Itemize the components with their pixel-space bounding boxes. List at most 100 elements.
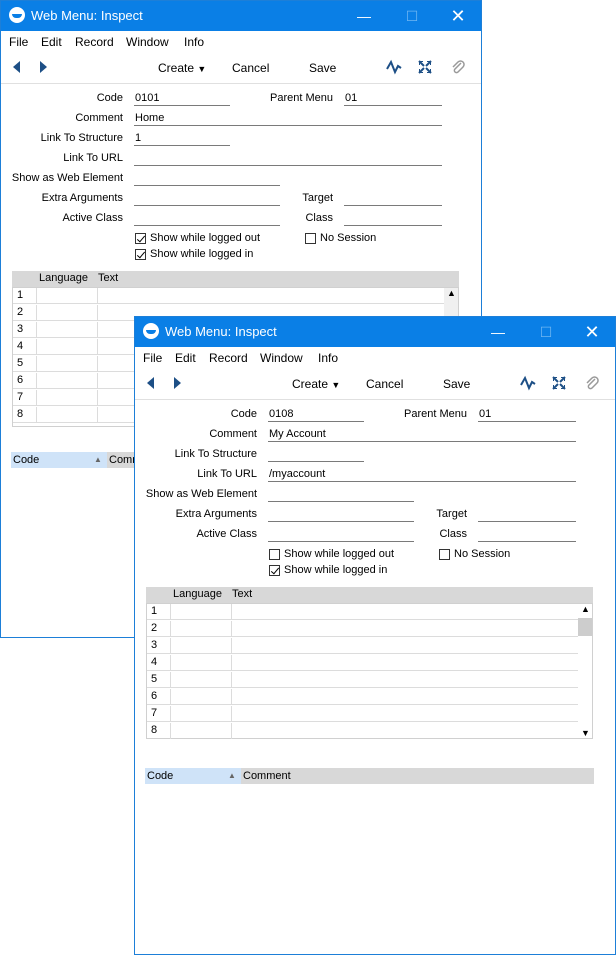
menu-edit[interactable]: Edit (175, 351, 196, 365)
scroll-thumb[interactable] (578, 618, 592, 636)
menu-record[interactable]: Record (209, 351, 248, 365)
link-to-structure-field[interactable]: 1 (134, 131, 230, 146)
no-session-label: No Session (454, 548, 511, 560)
no-session-checkbox[interactable] (305, 233, 316, 244)
grid-row[interactable]: 4 (147, 655, 579, 671)
active-class-field[interactable] (134, 211, 280, 226)
expand-icon[interactable] (551, 375, 567, 391)
title-bar[interactable]: Web Menu: Inspect — ☐ ✕ (1, 1, 481, 31)
link-to-url-field[interactable] (134, 151, 442, 166)
title-bar[interactable]: Web Menu: Inspect — ☐ ✕ (135, 317, 615, 347)
link-to-url-label: Link To URL (63, 152, 123, 164)
chevron-down-icon: ▼ (197, 64, 207, 74)
menu-file[interactable]: File (9, 35, 28, 49)
scroll-up-icon[interactable]: ▲ (447, 288, 456, 298)
toolbar: Create ▼ Cancel Save (135, 369, 615, 400)
show-as-web-element-field[interactable] (268, 487, 414, 502)
row-number: 8 (17, 408, 24, 420)
close-icon[interactable]: ✕ (445, 4, 471, 28)
code-field[interactable]: 0101 (134, 91, 230, 106)
paperclip-icon[interactable] (584, 375, 600, 391)
grid-col-text[interactable]: Text (98, 272, 118, 284)
scroll-down-icon[interactable]: ▼ (581, 728, 590, 738)
menu-edit[interactable]: Edit (41, 35, 62, 49)
save-button[interactable]: Save (309, 61, 336, 75)
grid-row[interactable]: 7 (147, 706, 579, 722)
cancel-button[interactable]: Cancel (232, 61, 269, 75)
row-number: 1 (17, 289, 24, 301)
menu-info[interactable]: Info (318, 351, 338, 365)
grid-scrollbar[interactable]: ▲ ▼ (578, 604, 592, 738)
grid-row[interactable]: 1 (147, 604, 579, 620)
maximize-icon[interactable]: ☐ (533, 320, 559, 344)
target-field[interactable] (344, 191, 442, 206)
show-logged-out-label: Show while logged out (284, 548, 395, 560)
show-logged-in-checkbox[interactable] (135, 249, 146, 260)
grid-row[interactable]: 6 (147, 689, 579, 705)
row-number: 5 (17, 357, 24, 369)
create-button[interactable]: Create ▼ (158, 61, 206, 75)
create-label: Create (292, 377, 329, 391)
link-to-url-field[interactable]: /myaccount (268, 467, 576, 482)
close-icon[interactable]: ✕ (579, 320, 605, 344)
extra-arguments-field[interactable] (134, 191, 280, 206)
grid-body[interactable]: 1 2 3 4 5 6 7 8 ▲ ▼ (146, 603, 593, 739)
show-as-web-element-field[interactable] (134, 171, 280, 186)
triangle-right-icon[interactable] (169, 375, 185, 391)
minimize-icon[interactable]: — (485, 320, 511, 344)
minimize-icon[interactable]: — (351, 4, 377, 28)
show-logged-out-checkbox[interactable] (135, 233, 146, 244)
grid-row[interactable]: 2 (147, 621, 579, 637)
menu-window[interactable]: Window (126, 35, 169, 49)
triangle-left-icon[interactable] (143, 375, 159, 391)
code-field[interactable]: 0108 (268, 407, 364, 422)
grid-row[interactable]: 1 (13, 288, 445, 304)
triangle-right-icon[interactable] (35, 59, 51, 75)
link-to-structure-label: Link To Structure (174, 448, 257, 460)
class-field[interactable] (344, 211, 442, 226)
toolbar: Create ▼ Cancel Save (1, 53, 481, 84)
menu-file[interactable]: File (143, 351, 162, 365)
row-number: 2 (17, 306, 24, 318)
grid-row[interactable]: 5 (147, 672, 579, 688)
activity-icon[interactable] (520, 375, 536, 391)
target-field[interactable] (478, 507, 576, 522)
row-number: 5 (151, 673, 158, 685)
class-field[interactable] (478, 527, 576, 542)
grid-col-language[interactable]: Language (173, 588, 222, 600)
menu-info[interactable]: Info (184, 35, 204, 49)
no-session-checkbox[interactable] (439, 549, 450, 560)
front-window[interactable]: Web Menu: Inspect — ☐ ✕ File Edit Record… (134, 316, 616, 955)
cancel-button[interactable]: Cancel (366, 377, 403, 391)
save-button[interactable]: Save (443, 377, 470, 391)
parent-menu-field[interactable]: 01 (478, 407, 576, 422)
row-number: 1 (151, 605, 158, 617)
extra-arguments-field[interactable] (268, 507, 414, 522)
row-number: 6 (17, 374, 24, 386)
show-as-web-element-label: Show as Web Element (145, 488, 257, 500)
comment-field[interactable]: My Account (268, 427, 576, 442)
menu-window[interactable]: Window (260, 351, 303, 365)
grid-col-text[interactable]: Text (232, 588, 252, 600)
grid-row[interactable]: 3 (147, 638, 579, 654)
grid-row[interactable]: 8 (147, 723, 579, 739)
active-class-field[interactable] (268, 527, 414, 542)
scroll-up-icon[interactable]: ▲ (581, 604, 590, 614)
maximize-icon[interactable]: ☐ (399, 4, 425, 28)
parent-menu-field[interactable]: 01 (344, 91, 442, 106)
chevron-down-icon: ▼ (331, 380, 341, 390)
list-col-code[interactable]: Code (147, 770, 173, 782)
link-to-structure-field[interactable] (268, 447, 364, 462)
show-logged-in-checkbox[interactable] (269, 565, 280, 576)
menu-record[interactable]: Record (75, 35, 114, 49)
triangle-left-icon[interactable] (9, 59, 25, 75)
show-logged-out-checkbox[interactable] (269, 549, 280, 560)
expand-icon[interactable] (417, 59, 433, 75)
paperclip-icon[interactable] (450, 59, 466, 75)
activity-icon[interactable] (386, 59, 402, 75)
comment-field[interactable]: Home (134, 111, 442, 126)
list-col-comment[interactable]: Comment (243, 770, 291, 782)
create-button[interactable]: Create ▼ (292, 377, 340, 391)
list-col-code[interactable]: Code (13, 454, 39, 466)
grid-col-language[interactable]: Language (39, 272, 88, 284)
